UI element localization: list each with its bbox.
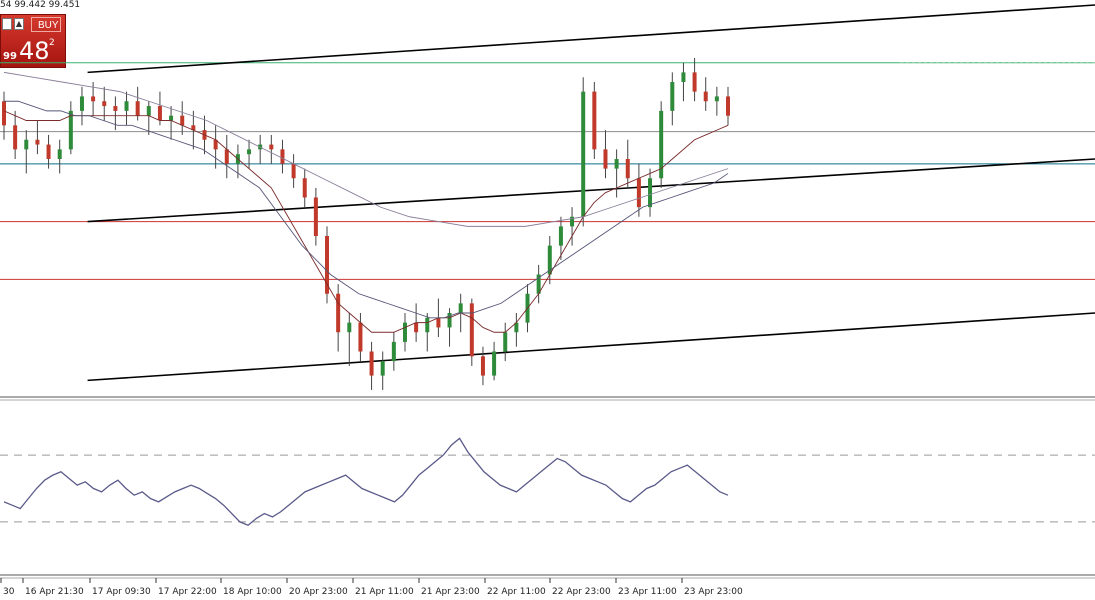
chart-canvas: 30 16 Apr 21:30 17 Apr 09:30 17 Apr 22:00 18… [0,4,1095,597]
candle-body-2 [24,139,29,150]
candle-body-36 [402,322,407,342]
candle-body-27 [302,178,307,198]
candle-body-33 [369,351,374,376]
price-chart [0,4,1095,401]
moving-average-2 [3,71,729,227]
candle-body-42 [469,303,474,357]
candle-body-34 [380,361,385,376]
candle-body-61 [681,72,686,82]
candle-body-57 [636,178,641,208]
candle-body-29 [325,236,330,294]
candle-body-24 [269,144,274,150]
x-tick-label-1: 16 Apr 21:30 [25,587,84,597]
candle-body-58 [648,178,653,208]
candle-body-60 [670,82,675,111]
candle-body-0 [2,101,6,126]
candle-body-41 [458,303,463,313]
candle-body-35 [391,341,396,362]
candle-body-44 [492,351,497,376]
channel-line-1 [87,158,1095,223]
x-tick-label-7: 21 Apr 23:00 [421,587,480,597]
x-tick-label-0: 30 [3,587,15,597]
candle-body-63 [703,91,708,102]
candle-body-5 [57,149,62,159]
candle-body-14 [157,106,162,121]
candle-body-37 [414,322,419,333]
candle-body-9 [102,101,107,107]
candle-body-10 [113,106,118,111]
candle-body-1 [13,125,18,150]
candle-body-45 [503,332,508,352]
candle-body-64 [714,96,719,102]
candle-body-32 [358,322,363,352]
oscillator-line [3,437,729,526]
oscillator-panel [0,437,1095,526]
moving-average-1 [4,100,729,319]
x-tick-label-5: 20 Apr 23:00 [289,587,348,597]
candle-body-12 [135,101,140,116]
candle-body-38 [425,317,430,333]
candle-body-62 [692,72,697,92]
candle-body-39 [436,317,441,328]
x-tick-label-11: 23 Apr 23:00 [684,587,743,597]
candle-body-4 [46,144,51,159]
candle-body-11 [124,101,129,111]
x-tick-label-10: 23 Apr 11:00 [618,587,677,597]
candle-body-53 [592,91,597,150]
candle-body-13 [146,106,151,116]
x-tick-label-4: 18 Apr 10:00 [223,587,282,597]
candle-body-26 [291,163,296,179]
candle-body-56 [625,159,630,179]
candle-body-65 [726,96,730,116]
candle-body-43 [480,356,485,376]
candle-body-16 [180,115,185,126]
channel-line-2 [87,312,1095,382]
candle-body-52 [581,91,586,217]
candle-body-3 [35,139,40,145]
candle-body-25 [280,149,285,164]
candle-body-54 [603,149,608,169]
candle-body-28 [313,197,318,236]
x-tick-label-6: 21 Apr 11:00 [355,587,414,597]
x-tick-label-8: 22 Apr 11:00 [487,587,546,597]
x-tick-label-9: 22 Apr 23:00 [552,587,611,597]
x-tick-label-3: 17 Apr 22:00 [158,587,217,597]
time-axis: 30 16 Apr 21:30 17 Apr 09:30 17 Apr 22:00 18… [0,574,1095,597]
candle-body-55 [614,159,619,169]
candle-body-8 [91,96,96,102]
candle-body-30 [336,293,341,333]
candle-body-50 [558,226,563,246]
candle-body-20 [224,149,229,164]
candle-body-15 [169,115,174,121]
candle-body-22 [247,149,252,155]
candle-body-31 [347,322,352,333]
candle-body-7 [79,96,84,111]
x-tick-label-2: 17 Apr 09:30 [92,587,151,597]
